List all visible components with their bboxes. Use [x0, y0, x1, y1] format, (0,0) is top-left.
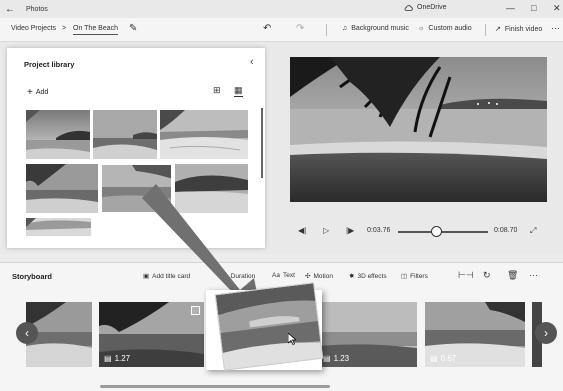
mouse-cursor-icon	[288, 333, 296, 345]
dragged-clip[interactable]	[214, 282, 324, 371]
